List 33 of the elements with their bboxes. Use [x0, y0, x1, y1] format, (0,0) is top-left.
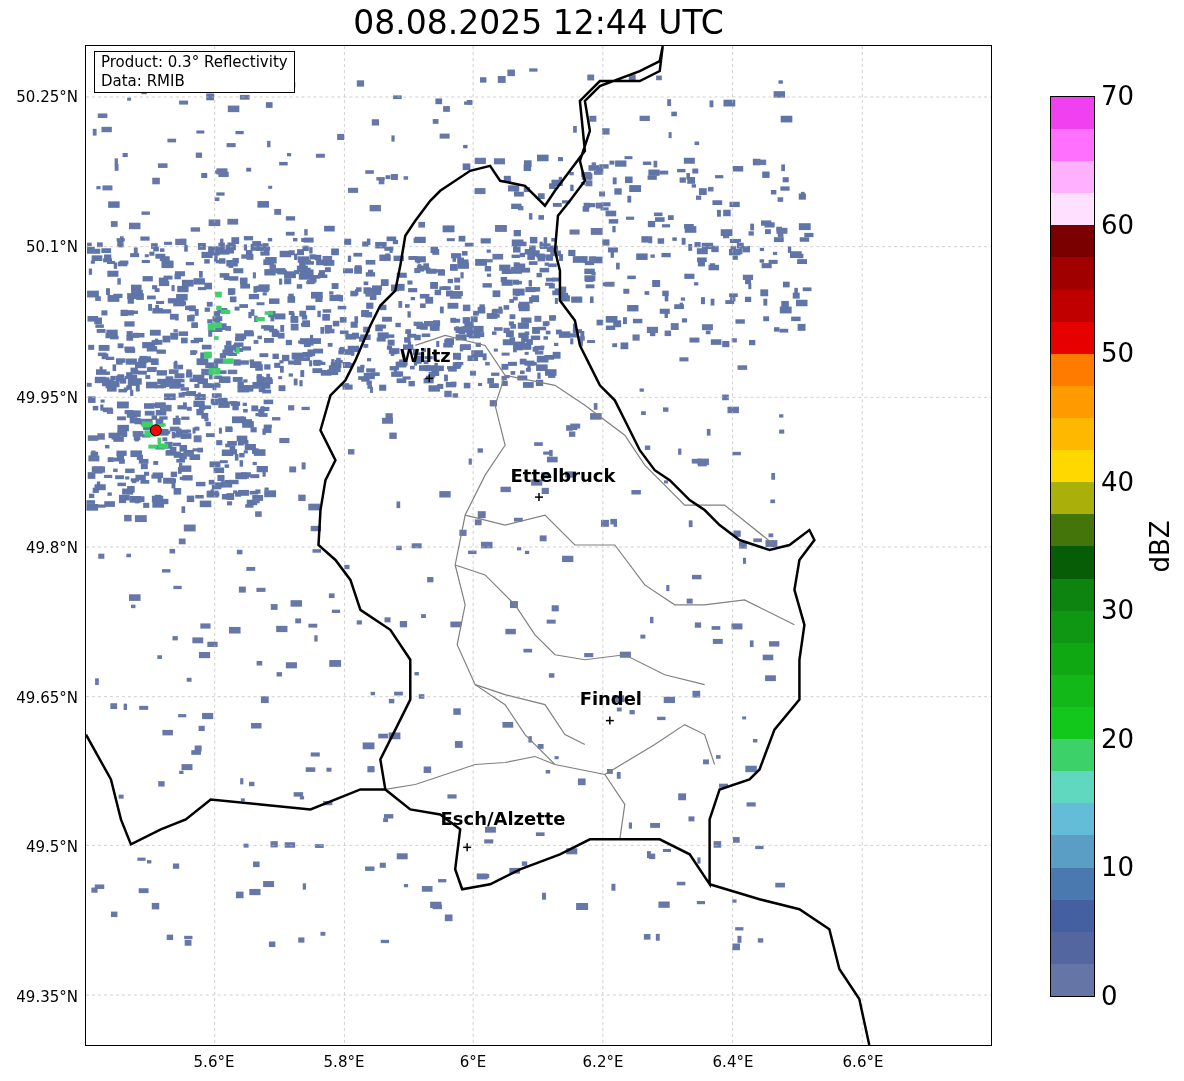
- city-marker: [605, 715, 615, 726]
- y-tick-label: 49.95°N: [16, 388, 78, 409]
- city-marker: [462, 842, 472, 853]
- y-tick-label: 50.1°N: [25, 237, 78, 258]
- y-tick-label: 49.65°N: [16, 688, 78, 709]
- city-label: Findel: [579, 687, 643, 709]
- x-tick-label: 5.8°E: [323, 1052, 365, 1073]
- colorbar-tick-label: 10: [1101, 852, 1135, 883]
- colorbar-tick-label: 60: [1101, 209, 1135, 240]
- city-marker: [424, 373, 434, 384]
- colorbar-tick-label: 50: [1101, 338, 1135, 369]
- x-tick-label: 6°E: [459, 1052, 487, 1073]
- x-tick-label: 5.6°E: [193, 1052, 235, 1073]
- y-tick-label: 50.25°N: [16, 87, 78, 108]
- y-tick-label: 49.8°N: [25, 538, 78, 559]
- colorbar-tick-label: 70: [1101, 81, 1135, 111]
- colorbar-tick-label: 20: [1101, 723, 1135, 754]
- chart-title: 08.08.2025 12:44 UTC: [353, 2, 724, 44]
- colorbar-tick-label: 40: [1101, 466, 1135, 497]
- city-label: Wiltz: [399, 345, 451, 367]
- colorbar-tick-label: 30: [1101, 595, 1135, 626]
- info-text: Product: 0.3° Reflectivity: [101, 53, 288, 72]
- x-tick-label: 6.6°E: [842, 1052, 884, 1073]
- y-tick-label: 49.5°N: [25, 837, 78, 858]
- x-tick-label: 6.4°E: [712, 1052, 754, 1073]
- x-tick-label: 6.2°E: [582, 1052, 624, 1073]
- y-tick-label: 49.35°N: [16, 987, 78, 1008]
- info-text: Data: RMIB: [101, 72, 186, 91]
- city-marker: [534, 492, 544, 502]
- city-label: Ettelbruck: [510, 465, 616, 487]
- colorbar-tick-label: 0: [1101, 981, 1118, 1011]
- radar-site-marker: [149, 424, 162, 437]
- colorbar-label: dBZ: [1143, 520, 1176, 573]
